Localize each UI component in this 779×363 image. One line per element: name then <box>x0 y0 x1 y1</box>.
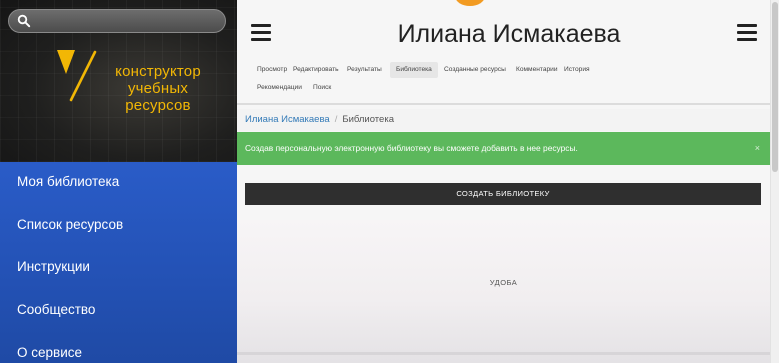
sidebar-item-about[interactable]: О сервисе <box>0 333 237 363</box>
tab-comments[interactable]: Комментарии <box>516 62 558 78</box>
logo-text[interactable]: конструктор учебных ресурсов <box>103 63 213 114</box>
logo-text-line-3: ресурсов <box>125 97 191 114</box>
main-content: Илиана Исмакаева Просмотр Редактировать … <box>237 0 770 363</box>
sidebar-item-my-library[interactable]: Моя библиотека <box>0 162 237 202</box>
create-library-button[interactable]: СОЗДАТЬ БИБЛИОТЕКУ <box>245 183 761 205</box>
logo-text-line-1: конструктор <box>115 63 201 80</box>
sidebar-header: конструктор учебных ресурсов <box>0 0 237 162</box>
page-title: Илиана Исмакаева <box>397 20 621 48</box>
sidebar-item-community[interactable]: Сообщество <box>0 290 237 330</box>
breadcrumb-current: Библиотека <box>342 114 394 125</box>
hero-banner: УДОБА <box>237 220 770 363</box>
top-accent <box>455 0 485 6</box>
tab-created-resources[interactable]: Созданные ресурсы <box>444 62 506 78</box>
search-icon[interactable] <box>17 14 31 28</box>
breadcrumb-separator: / <box>334 114 338 125</box>
tab-view[interactable]: Просмотр <box>257 62 287 78</box>
breadcrumb: Илиана Исмакаева / Библиотека <box>237 109 770 131</box>
tab-results[interactable]: Результаты <box>347 62 382 78</box>
breadcrumb-user-link[interactable]: Илиана Исмакаева <box>245 114 330 125</box>
sidebar-item-resource-list[interactable]: Список ресурсов <box>0 205 237 245</box>
alert-message: Создав персональную электронную библиоте… <box>245 143 578 153</box>
tab-edit[interactable]: Редактировать <box>293 62 339 78</box>
info-alert: Создав персональную электронную библиоте… <box>237 132 770 165</box>
hero-text: УДОБА <box>489 278 518 287</box>
tabs-divider <box>237 103 770 105</box>
tab-recommendations[interactable]: Рекомендации <box>257 80 302 96</box>
sidebar-nav: Моя библиотека Список ресурсов Инструкци… <box>0 162 237 363</box>
tab-search[interactable]: Поиск <box>313 80 331 96</box>
hamburger-icon[interactable] <box>737 24 757 42</box>
search-input[interactable] <box>8 9 226 33</box>
sidebar: конструктор учебных ресурсов Моя библиот… <box>0 0 237 363</box>
logo-text-line-2: учебных <box>127 80 189 97</box>
page-scrollbar[interactable] <box>770 0 779 363</box>
scrollbar-thumb[interactable] <box>772 2 778 172</box>
tab-library[interactable]: Библиотека <box>390 62 438 78</box>
hamburger-icon[interactable] <box>251 24 271 42</box>
sidebar-item-instructions[interactable]: Инструкции <box>0 247 237 287</box>
close-icon[interactable]: × <box>755 132 760 165</box>
hero-divider <box>237 352 770 355</box>
logo-icon[interactable] <box>55 44 105 104</box>
tab-history[interactable]: История <box>564 62 590 78</box>
